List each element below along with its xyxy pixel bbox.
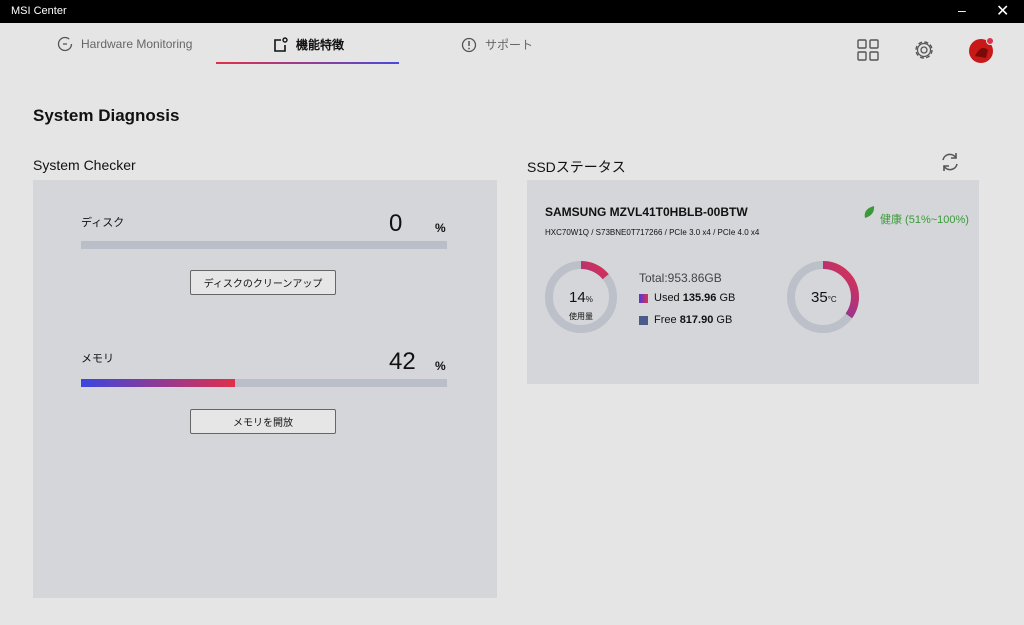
usage-label: 使用量 [569,312,593,321]
ssd-status-title: SSDステータス [527,159,626,175]
leaf-icon [864,206,875,218]
memory-label: メモリ [81,353,114,365]
usage-number: 14 [569,289,586,306]
minimize-button[interactable]: – [958,2,966,18]
free-capacity: Free 817.90 GB [639,314,732,326]
ssd-panel: SAMSUNG MZVL41T0HBLB-00BTW HXC70W1Q / S7… [527,180,979,384]
tab-features[interactable]: 機能特徴 [272,36,344,53]
features-icon [274,36,288,52]
disk-cleanup-button[interactable]: ディスクのクリーンアップ [190,270,336,295]
free-memory-button[interactable]: メモリを開放 [190,409,336,434]
tab-support[interactable]: サポート [461,36,533,53]
memory-usage-fill [81,379,235,387]
disk-value: 0 [389,210,403,237]
refresh-icon[interactable] [939,151,961,173]
title-bar: MSI Center – ✕ [0,0,1024,23]
ssd-model: SAMSUNG MZVL41T0HBLB-00BTW [545,205,748,219]
disk-label: ディスク [81,217,125,229]
ssd-details: HXC70W1Q / S73BNE0T717266 / PCIe 3.0 x4 … [545,228,760,237]
used-capacity: Used 135.96 GB [639,292,735,304]
temperature-value: 35°C [811,289,837,306]
memory-value: 42 [389,348,416,375]
usage-unit: % [585,295,593,304]
alert-icon [461,37,477,52]
tab-label: サポート [485,38,534,52]
tab-label: Hardware Monitoring [81,37,193,51]
memory-unit: % [435,359,446,373]
gauge-icon [57,36,73,52]
system-checker-title: System Checker [33,157,136,173]
gear-icon[interactable] [912,38,936,62]
grid-icon[interactable] [856,38,880,62]
tab-label: 機能特徴 [296,38,345,52]
system-checker-panel: ディスク 0 % ディスクのクリーンアップ メモリ 42 % メモリを開放 [33,180,497,598]
disk-unit: % [435,221,446,235]
memory-usage-bar [81,379,447,387]
temperature-number: 35 [811,289,828,306]
used-legend-swatch [639,293,648,303]
window-title: MSI Center [11,5,67,17]
close-button[interactable]: ✕ [996,1,1009,21]
free-legend-swatch [639,315,648,325]
active-tab-indicator [216,62,399,64]
avatar[interactable] [968,36,996,64]
total-capacity: Total:953.86GB [639,271,722,285]
disk-usage-bar [81,241,447,249]
usage-value: 14% [569,289,593,306]
temperature-unit: °C [827,295,837,304]
tab-hardware-monitoring[interactable]: Hardware Monitoring [57,36,192,52]
page-title: System Diagnosis [33,106,180,125]
health-status: 健康 (51%~100%) [880,214,969,226]
